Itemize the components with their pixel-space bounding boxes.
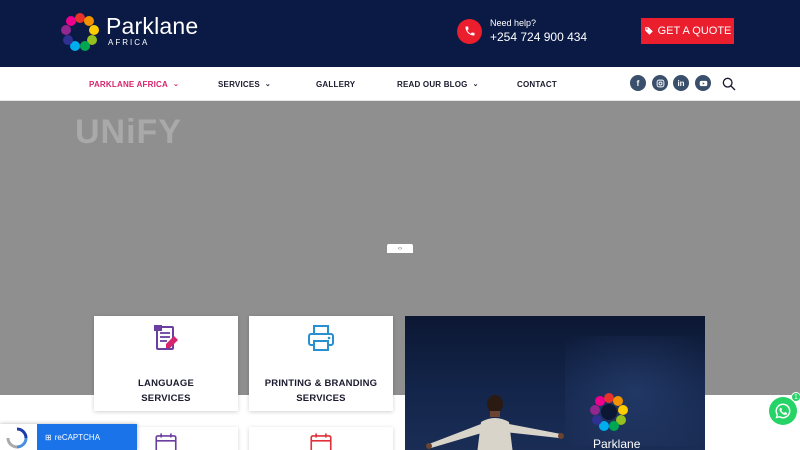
whatsapp-icon — [775, 403, 791, 419]
service-card-title: LANGUAGE SERVICES — [138, 378, 194, 404]
recaptcha-badge[interactable]: ⊞ reCAPTCHA — [0, 424, 137, 450]
help-label: Need help? — [490, 18, 537, 28]
instagram-icon[interactable] — [652, 75, 668, 91]
recaptcha-icon — [6, 427, 28, 449]
top-header: Parklane AFRICA Need help? +254 724 900 … — [0, 0, 800, 67]
linkedin-icon[interactable]: in — [673, 75, 689, 91]
promo-logo-name: Parklane — [593, 437, 641, 450]
service-card-language[interactable]: LANGUAGE SERVICES — [94, 316, 238, 411]
main-nav: PARKLANE AFRICA ⌄ SERVICES ⌄ GALLERY READ … — [0, 67, 800, 101]
service-card-printing[interactable]: PRINTING & BRANDING SERVICES — [249, 316, 393, 411]
youtube-icon[interactable] — [695, 75, 711, 91]
promo-image: Parklane — [405, 316, 705, 450]
chevron-down-icon: ⌄ — [472, 81, 479, 88]
nav-item-gallery[interactable]: GALLERY — [316, 67, 355, 101]
chevron-down-icon: ⌄ — [173, 81, 180, 88]
site-logo[interactable]: Parklane AFRICA — [60, 10, 200, 54]
get-a-quote-button[interactable]: GET A QUOTE — [641, 18, 734, 44]
logo-ring-icon — [590, 393, 628, 431]
document-edit-icon — [154, 325, 178, 350]
logo-name: Parklane — [106, 13, 199, 39]
phone-icon[interactable] — [457, 18, 482, 44]
search-icon[interactable] — [721, 76, 737, 92]
slider-control[interactable]: ‹› — [387, 244, 413, 253]
tag-icon — [644, 27, 653, 35]
service-card-title: PRINTING & BRANDING SERVICES — [264, 378, 378, 404]
nav-item-contact[interactable]: CONTACT — [517, 67, 557, 101]
presenter-figure — [426, 395, 564, 450]
help-contact: Need help? +254 724 900 434 — [457, 17, 587, 45]
facebook-icon[interactable]: f — [630, 75, 646, 91]
notification-badge: 1 — [791, 392, 800, 402]
nav-item-parklane-africa[interactable]: PARKLANE AFRICA ⌄ — [89, 67, 179, 101]
get-a-quote-label: GET A QUOTE — [657, 25, 732, 37]
help-phone-number[interactable]: +254 724 900 434 — [490, 29, 587, 45]
nav-item-services[interactable]: SERVICES ⌄ — [218, 67, 271, 101]
recaptcha-label: ⊞ reCAPTCHA — [37, 424, 137, 450]
calendar-icon — [155, 433, 177, 450]
calendar-icon — [310, 433, 332, 450]
grid-icon: ⊞ — [45, 432, 52, 442]
nav-item-read-our-blog[interactable]: READ OUR BLOG ⌄ — [397, 67, 479, 101]
chevron-down-icon: ⌄ — [264, 81, 271, 88]
hero-brand-text: UNiFY — [75, 113, 182, 151]
logo-ring-icon — [61, 13, 99, 51]
service-card-scheduling[interactable] — [249, 427, 393, 450]
printer-icon — [308, 325, 334, 351]
